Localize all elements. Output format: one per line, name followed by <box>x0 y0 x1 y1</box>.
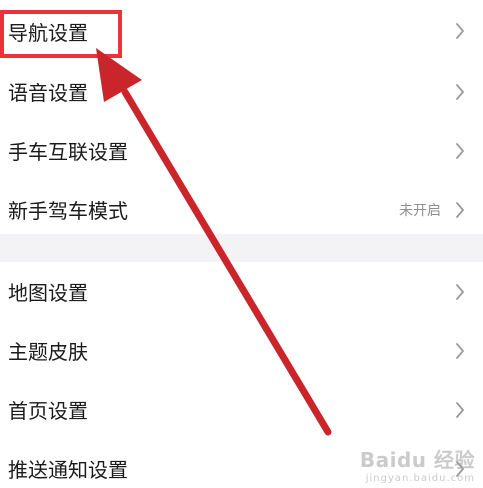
settings-row-navigation[interactable]: 导航设置 <box>0 0 483 62</box>
row-label: 导航设置 <box>8 20 88 45</box>
row-label: 地图设置 <box>8 281 88 305</box>
novice-mode-status: 未开启 <box>399 202 441 219</box>
settings-row-theme[interactable]: 主题皮肤 <box>0 321 483 380</box>
chevron-right-icon <box>449 20 471 42</box>
chevron-right-icon <box>449 458 471 480</box>
row-label: 推送通知设置 <box>8 458 128 482</box>
row-label: 首页设置 <box>8 399 88 423</box>
row-label: 语音设置 <box>8 81 88 105</box>
chevron-right-icon <box>449 81 471 103</box>
chevron-right-icon <box>449 281 471 303</box>
row-label: 新手驾车模式 <box>8 199 128 223</box>
chevron-right-icon <box>449 199 471 221</box>
chevron-right-icon <box>449 340 471 362</box>
chevron-right-icon <box>449 399 471 421</box>
chevron-right-icon <box>449 140 471 162</box>
row-label: 主题皮肤 <box>8 340 88 364</box>
settings-group-navigation: 导航设置 语音设置 手车互联设置 新手驾车模式 未开启 <box>0 0 483 239</box>
row-label: 手车互联设置 <box>8 140 128 164</box>
settings-row-homepage[interactable]: 首页设置 <box>0 380 483 439</box>
settings-row-voice[interactable]: 语音设置 <box>0 62 483 121</box>
settings-row-map[interactable]: 地图设置 <box>0 262 483 321</box>
section-divider <box>0 234 483 262</box>
settings-group-display: 地图设置 主题皮肤 首页设置 推送通知设置 <box>0 262 483 488</box>
settings-page: 导航设置 语音设置 手车互联设置 新手驾车模式 未开启 地图设置 主题皮肤 首页… <box>0 0 483 488</box>
settings-row-novice-driving[interactable]: 新手驾车模式 未开启 <box>0 180 483 239</box>
settings-row-push-notifications[interactable]: 推送通知设置 <box>0 439 483 488</box>
settings-row-phone-car-link[interactable]: 手车互联设置 <box>0 121 483 180</box>
